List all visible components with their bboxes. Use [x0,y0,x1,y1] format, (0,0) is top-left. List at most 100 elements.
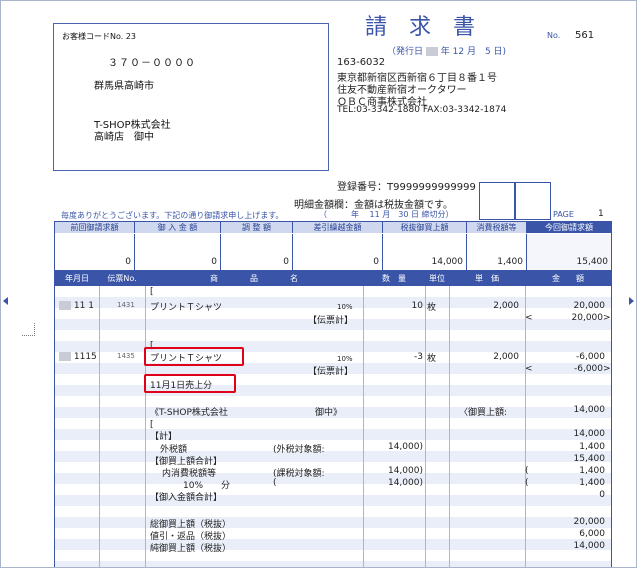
redacted-year [59,301,71,310]
entry-tax-rate: 10% [337,355,353,363]
entry-date: 11 1 [59,301,94,311]
entry-qty: 10 [411,301,423,311]
crop-mark-icon [22,323,35,336]
col-date-header: 年月日 [65,274,89,283]
int-tax-base-amount: 14,000) [387,466,423,476]
row-stripe [55,561,611,567]
int-tax-amount: 1,400 [579,466,605,476]
entry-date: 1115 [59,352,97,362]
issue-date-label: （発行日 [387,47,424,57]
col-unit-header: 単位 [429,274,445,283]
customer-code: お客様コードNo. 23 [62,32,137,41]
rate-base-amount: 14,000) [387,478,423,488]
col-slip-header: 伝票No. [107,274,137,283]
entry-product: プリントＴシャツ [150,303,223,313]
summary-value: 1,400 [467,234,527,270]
summary-value: 0 [55,234,135,270]
summary-table: 前回御請求額 御 入 金 額 調 整 額 差引繰越金額 税抜御買上額 消費税額等… [54,221,612,271]
customer-line: 《T-SHOP株式会社 [150,408,228,418]
entry-unit: 枚 [427,354,437,364]
invoice-page: お客様コードNo. 23 ３７０－００００ 群馬県高崎市 T-SHOP株式会社 … [0,0,637,568]
ext-tax-base-amount: 14,000) [387,442,423,452]
customer-onchu: 御中》 [315,408,343,418]
return-amount: 6,000 [579,529,605,539]
entry-price: 2,000 [493,352,519,362]
col-price-header: 単 価 [475,274,499,283]
paid-total-amount: 0 [599,490,605,500]
entry-amount: 20,000 [573,301,606,311]
detail-header: 年月日 伝票No. 商 品 名 数 量 単位 単 価 金 額 [55,272,611,286]
rate-amount: 1,400 [579,478,605,488]
closing-date: （ 年 11 月 30 日 締切分） [319,210,454,219]
next-page-arrow-icon[interactable] [629,297,634,305]
col-amount-header: 金 額 [552,274,584,283]
entry-tax-rate: 10% [337,303,353,311]
col-qty-header: 数 量 [382,274,406,283]
summary-value: 0 [221,234,293,270]
calc-label: 【計】 [150,432,178,442]
buy-total-amount: 15,400 [573,454,606,464]
paren-open: ( [273,478,277,488]
entry-unit: 枚 [427,303,437,313]
entry-date-text: 11 1 [73,301,94,311]
detail-table: 年月日 伝票No. 商 品 名 数 量 単位 単 価 金 額 [ 11 1 14… [54,271,612,567]
customer-address-box: お客様コードNo. 23 ３７０－００００ 群馬県高崎市 T-SHOP株式会社 … [53,23,329,171]
issuer-tel: TEL:03-3342-1880 FAX:03-3342-1874 [337,105,507,115]
customer-branch: 高崎店 御中 [94,132,154,143]
int-tax-base-label: (課税対象額: [273,469,325,479]
entry-date-text: 1115 [73,352,97,362]
customer-address: 群馬県高崎市 [94,81,154,92]
column-divider [363,286,364,567]
invoice-title: 請求書 [365,15,498,40]
ext-tax-base-label: (外税対象額: [273,445,325,455]
issuer-postal: 163-6032 [337,57,386,68]
issue-date-rest: 年 12 月 5 日) [440,47,507,57]
highlight-product-box [144,347,244,366]
invoice-no-label: No. [547,31,561,40]
summary-header: 前回御請求額 [55,222,135,233]
page-label: PAGE [553,210,574,219]
registration-number: 登録番号：T9999999999999 [337,182,476,193]
slip-total-label: 【伝票計】 [308,367,354,377]
slip-total-amount: 20,000 [571,313,604,323]
highlight-memo-box [144,374,236,393]
prev-page-arrow-icon[interactable] [3,297,8,305]
summary-value: 0 [135,234,221,270]
summary-value: 0 [293,234,383,270]
issue-date: （発行日 年 12 月 5 日) [387,44,506,57]
customer-postal: ３７０－００００ [108,58,196,69]
bracket-open: [ [150,287,154,297]
summary-value: 14,000 [383,234,467,270]
slip-total-amount: -6,000 [573,364,603,374]
invoice-no: 561 [575,30,595,41]
redacted-year [425,47,438,56]
calc-amount: 14,000 [573,429,606,439]
entry-slip-no: 1431 [117,301,135,309]
gross-amount: 20,000 [573,517,606,527]
paid-total-label: 【御入金額合計】 [150,493,223,503]
summary-header: 税抜御買上額 [383,222,467,233]
slip-total-gt: > [603,364,611,374]
purchase-amount: 14,000 [573,405,606,415]
summary-header: 調 整 額 [221,222,293,233]
column-divider [145,286,146,567]
stamp-box-2 [514,182,551,220]
summary-header: 今回御請求額 [527,222,611,233]
summary-value: 15,400 [527,234,611,270]
summary-header: 御 入 金 額 [135,222,221,233]
net-amount: 14,000 [573,541,606,551]
column-divider [449,286,450,567]
entry-price: 2,000 [493,301,519,311]
slip-total-label: 【伝票計】 [308,316,354,326]
row-stripe [55,385,611,396]
col-product-header: 商 品 名 [210,274,298,283]
entry-amount: -6,000 [575,352,605,362]
column-divider [425,286,426,567]
net-label: 純御買上額（税抜） [150,544,232,554]
summary-header: 消費税額等 [467,222,527,233]
ext-tax-amount: 1,400 [579,442,605,452]
stamp-box-1 [479,182,516,220]
page-number: 1 [598,209,604,219]
greeting-text: 毎度ありがとうございます。下記の通り御請求申し上げます。 [61,211,284,220]
purchase-label: 〈御買上額: [459,408,508,418]
